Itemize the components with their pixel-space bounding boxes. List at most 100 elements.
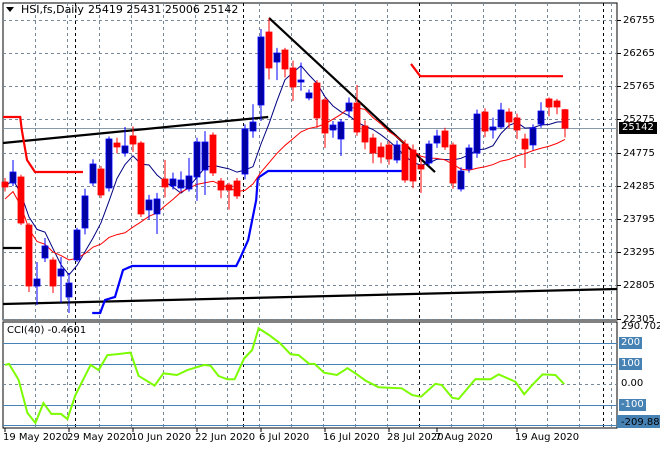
bullish-candle <box>425 143 433 164</box>
cci-label: CCI(40) -0.4601 <box>7 325 87 336</box>
bearish-candle <box>441 130 449 148</box>
bullish-candle <box>81 195 89 229</box>
bullish-candle <box>169 178 177 187</box>
date-label: 16 Jul 2020 <box>323 432 380 443</box>
bullish-candle <box>73 229 81 261</box>
bearish-candle <box>25 224 33 287</box>
bearish-candle <box>113 142 121 148</box>
date-label: 7 Aug 2020 <box>435 432 493 443</box>
bearish-candle <box>313 82 321 119</box>
bearish-candle <box>561 109 569 129</box>
bearish-candle <box>161 178 169 188</box>
bullish-candle <box>41 245 49 259</box>
bearish-candle <box>417 164 425 170</box>
bearish-candle <box>385 144 393 160</box>
bullish-candle <box>337 121 345 140</box>
bearish-candle <box>265 31 273 69</box>
bullish-candle <box>489 126 497 131</box>
bullish-candle <box>473 113 481 154</box>
bearish-candle <box>401 143 409 181</box>
bearish-candle <box>281 49 289 70</box>
chart-canvas[interactable] <box>0 0 660 450</box>
bullish-candle <box>305 92 313 99</box>
date-label: 6 Jul 2020 <box>259 432 310 443</box>
price-label: 23795 <box>623 213 655 225</box>
price-label: 24775 <box>623 147 655 159</box>
bullish-candle <box>153 198 161 215</box>
date-label: 19 May 2020 <box>3 432 69 443</box>
bullish-candle <box>185 175 193 190</box>
price-label: 23295 <box>623 246 655 258</box>
cci-level-minus100-label: -100 <box>619 399 646 411</box>
bullish-candle <box>249 121 257 132</box>
bearish-candle <box>369 137 377 154</box>
bearish-candle <box>481 111 489 132</box>
price-label: 22805 <box>623 279 655 291</box>
bullish-candle <box>529 127 537 146</box>
bullish-candle <box>121 145 129 154</box>
cci-min-label: -209.886 <box>621 417 660 428</box>
bearish-candle <box>521 138 529 150</box>
bullish-candle <box>273 52 281 63</box>
symbol-label: HSI,fs,Daily <box>21 3 84 16</box>
bearish-candle <box>409 149 417 182</box>
bearish-candle <box>289 67 297 88</box>
bearish-candle <box>513 117 521 131</box>
bullish-candle <box>345 102 353 112</box>
bearish-candle <box>209 134 217 174</box>
bullish-candle <box>145 199 153 211</box>
bullish-candle <box>65 282 73 298</box>
bearish-candle <box>17 176 25 224</box>
chart-legend: HSI,fs,Daily 25419 25431 25006 25142 <box>6 3 238 16</box>
bearish-candle <box>129 135 137 145</box>
bullish-candle <box>257 36 265 106</box>
cci-zero-label: 0.00 <box>621 378 644 389</box>
bullish-candle <box>433 135 441 144</box>
date-label: 22 Jun 2020 <box>195 432 256 443</box>
bullish-candle <box>537 110 545 125</box>
bearish-candle <box>377 146 385 158</box>
bearish-candle <box>225 184 233 191</box>
bullish-candle <box>465 147 473 170</box>
bearish-candle <box>361 125 369 143</box>
bullish-candle <box>457 170 465 190</box>
bearish-candle <box>1 181 9 188</box>
bullish-candle <box>57 268 65 277</box>
bearish-candle <box>321 99 329 134</box>
bullish-candle <box>393 144 401 161</box>
bearish-candle <box>49 259 57 287</box>
bullish-candle <box>193 141 201 178</box>
current-price-label: 25142 <box>619 122 657 134</box>
dropdown-triangle-icon[interactable] <box>6 7 14 12</box>
date-label: 10 Jun 2020 <box>131 432 192 443</box>
bearish-candle <box>353 102 361 133</box>
bullish-candle <box>201 141 209 171</box>
bullish-candle <box>33 278 41 287</box>
bearish-candle <box>505 111 513 123</box>
date-label: 19 Aug 2020 <box>515 432 580 443</box>
bearish-candle <box>233 180 241 197</box>
bullish-candle <box>329 124 337 131</box>
ohlc-readout: 25419 25431 25006 25142 <box>87 3 239 16</box>
bullish-candle <box>497 109 505 128</box>
bullish-candle <box>105 138 113 189</box>
date-label: 29 May 2020 <box>67 432 133 443</box>
bearish-candle <box>553 100 561 108</box>
bullish-candle <box>297 79 305 83</box>
bearish-candle <box>217 180 225 191</box>
bearish-candle <box>137 142 145 215</box>
cci-level-100-label: 100 <box>619 358 643 370</box>
bullish-candle <box>177 179 185 189</box>
cci-max-label: 290.7027 <box>621 321 660 332</box>
cci-level-200-label: 200 <box>619 337 643 349</box>
price-label: 26755 <box>623 14 655 26</box>
bullish-candle <box>241 128 249 175</box>
bearish-candle <box>449 144 457 184</box>
price-label: 25765 <box>623 80 655 92</box>
bearish-candle <box>545 98 553 108</box>
bearish-candle <box>97 168 105 196</box>
bullish-candle <box>9 171 17 184</box>
price-label: 26265 <box>623 47 655 59</box>
price-label: 24285 <box>623 180 655 192</box>
bullish-candle <box>89 163 97 184</box>
